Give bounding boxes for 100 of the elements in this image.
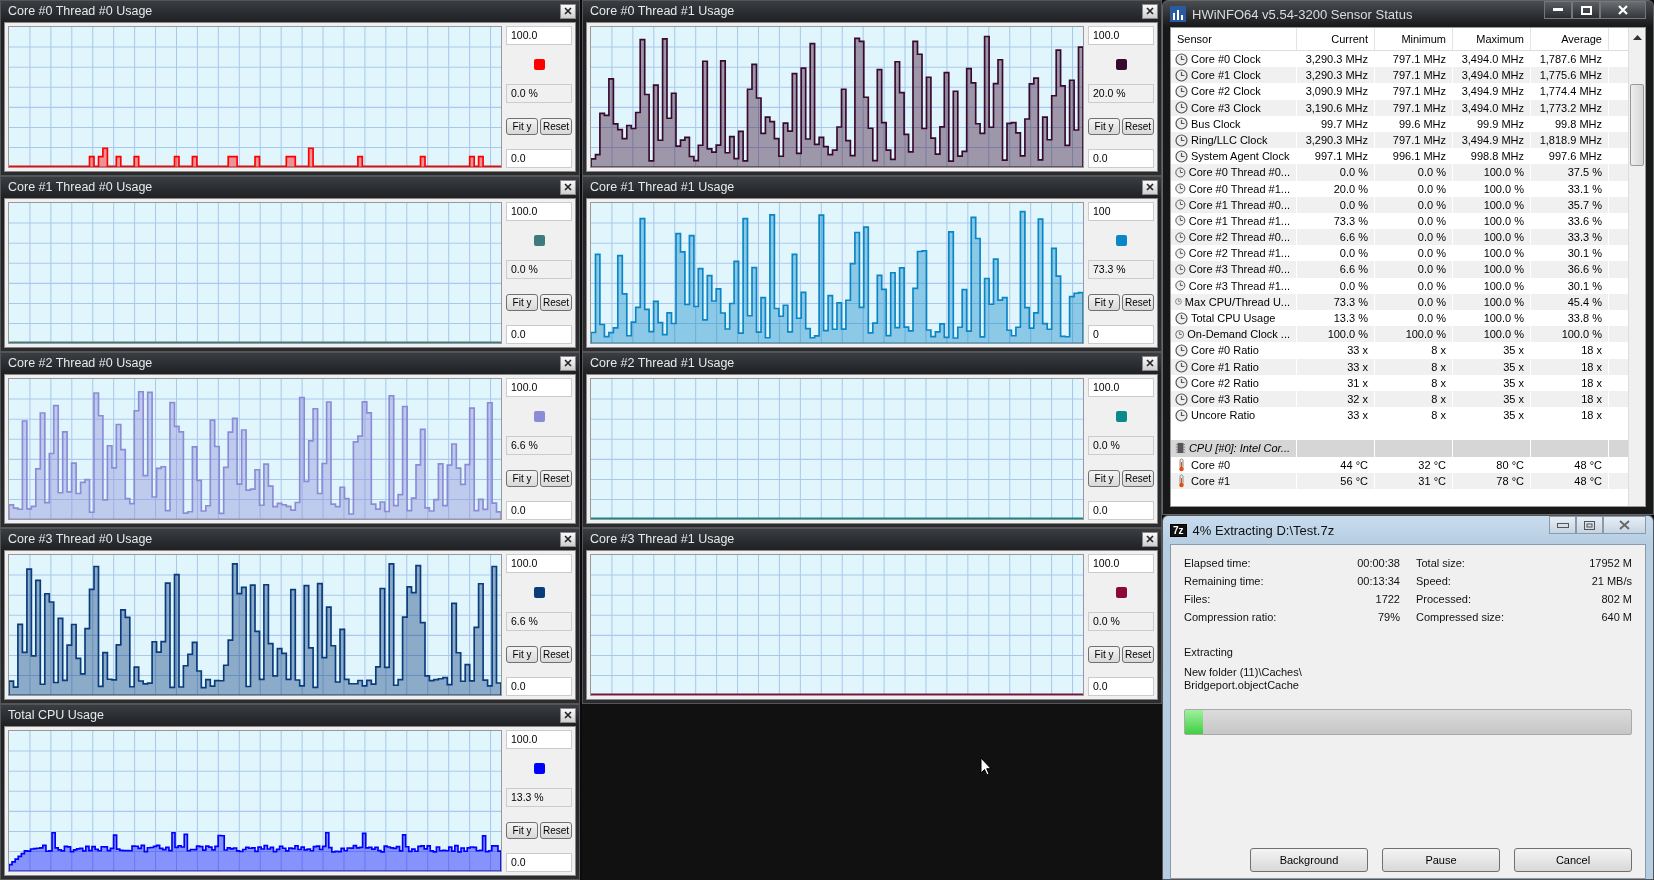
fit-y-button[interactable]: Fit y xyxy=(506,821,538,839)
table-cell: 48 °C xyxy=(1574,458,1602,471)
reset-button[interactable]: Reset xyxy=(1122,469,1154,487)
fit-y-button[interactable]: Fit y xyxy=(506,293,538,311)
reset-button[interactable]: Reset xyxy=(1122,293,1154,311)
fit-y-button[interactable]: Fit y xyxy=(1088,645,1120,663)
min-field[interactable]: 0.0 xyxy=(1088,149,1154,168)
close-button[interactable] xyxy=(560,3,576,19)
table-cell: 78 °C xyxy=(1496,474,1524,487)
reset-button[interactable]: Reset xyxy=(1122,117,1154,135)
sensor-name: Core #1 xyxy=(1191,473,1231,489)
table-cell: 32 x xyxy=(1347,392,1368,405)
reset-button[interactable]: Reset xyxy=(540,469,572,487)
clock-icon xyxy=(1175,408,1188,422)
table-cell: 997.6 MHz xyxy=(1548,150,1602,163)
stat-value: 21 MB/s xyxy=(1591,575,1632,589)
pause-button[interactable]: Pause xyxy=(1382,848,1500,872)
max-field[interactable]: 100.0 xyxy=(506,553,572,573)
sensor-name: Core #2 Ratio xyxy=(1191,375,1259,391)
close-button[interactable] xyxy=(1600,1,1646,19)
max-field[interactable]: 100.0 xyxy=(506,377,572,397)
cancel-button[interactable]: Cancel xyxy=(1514,848,1632,872)
close-icon xyxy=(564,7,572,16)
column-header[interactable]: Minimum xyxy=(1375,28,1453,50)
minimize-button[interactable] xyxy=(1549,516,1576,534)
min-field[interactable]: 0.0 xyxy=(506,853,572,872)
min-field[interactable]: 0.0 xyxy=(506,325,572,344)
table-cell: 1,773.2 MHz xyxy=(1539,101,1602,114)
fit-y-button[interactable]: Fit y xyxy=(506,469,538,487)
sensor-name: Core #1 Thread #1... xyxy=(1188,213,1290,229)
table-cell: 100.0 % xyxy=(1405,328,1446,341)
clock-icon xyxy=(1175,182,1186,196)
min-field[interactable]: 0 xyxy=(1088,325,1154,344)
close-button[interactable] xyxy=(560,531,576,547)
sensor-name: Core #0 Ratio xyxy=(1191,343,1259,359)
close-icon xyxy=(1146,535,1154,544)
stat-label: Total size: xyxy=(1416,557,1465,571)
minimize-button[interactable] xyxy=(1544,1,1572,19)
maximize-button[interactable] xyxy=(1576,516,1603,534)
close-icon xyxy=(1618,5,1628,15)
table-cell: 31 x xyxy=(1347,376,1368,389)
reset-button[interactable]: Reset xyxy=(540,293,572,311)
reset-button[interactable]: Reset xyxy=(540,821,572,839)
max-field[interactable]: 100 xyxy=(1088,201,1154,221)
reset-button[interactable]: Reset xyxy=(540,645,572,663)
sensor-name: Uncore Ratio xyxy=(1191,408,1256,424)
column-header[interactable]: Sensor xyxy=(1171,28,1297,50)
minimize-icon xyxy=(1553,8,1563,12)
table-cell: 30.1 % xyxy=(1567,279,1602,292)
window-title: HWiNFO64 v5.54-3200 Sensor Status xyxy=(1192,6,1414,22)
close-button[interactable] xyxy=(1142,3,1158,19)
max-field[interactable]: 100.0 xyxy=(506,729,572,749)
fit-y-button[interactable]: Fit y xyxy=(1088,469,1120,487)
min-field[interactable]: 0.0 xyxy=(1088,501,1154,520)
graph-title: Total CPU Usage xyxy=(8,708,104,723)
min-field[interactable]: 0.0 xyxy=(1088,677,1154,696)
scroll-up-icon[interactable] xyxy=(1632,34,1642,40)
table-cell: 0.0 % xyxy=(1417,231,1446,244)
max-field[interactable]: 100.0 xyxy=(1088,25,1154,45)
max-field[interactable]: 100.0 xyxy=(1088,553,1154,573)
background-button[interactable]: Background xyxy=(1250,848,1368,872)
fit-y-button[interactable]: Fit y xyxy=(506,117,538,135)
close-button[interactable] xyxy=(560,179,576,195)
close-button[interactable] xyxy=(560,707,576,723)
stat-value: 640 M xyxy=(1601,611,1632,625)
table-cell: 13.3 % xyxy=(1333,312,1368,324)
table-cell: 0.0 % xyxy=(1339,166,1368,179)
current-value-field: 0.0 % xyxy=(1088,612,1154,632)
column-header[interactable]: Average xyxy=(1531,28,1609,50)
maximize-button[interactable] xyxy=(1572,1,1600,19)
fit-y-button[interactable]: Fit y xyxy=(1088,293,1120,311)
table-cell: 8 x xyxy=(1431,344,1446,357)
fit-y-button[interactable]: Fit y xyxy=(1088,117,1120,135)
max-field[interactable]: 100.0 xyxy=(506,25,572,45)
table-cell: 3,190.6 MHz xyxy=(1305,101,1368,114)
close-button[interactable] xyxy=(1142,355,1158,371)
table-cell: 996.1 MHz xyxy=(1392,150,1446,163)
max-field[interactable]: 100.0 xyxy=(506,201,572,221)
table-cell: 45.4 % xyxy=(1567,295,1602,308)
clock-icon xyxy=(1175,246,1186,260)
fit-y-button[interactable]: Fit y xyxy=(506,645,538,663)
min-field[interactable]: 0.0 xyxy=(506,149,572,168)
close-button[interactable] xyxy=(1142,531,1158,547)
table-cell: 8 x xyxy=(1431,360,1446,373)
min-field[interactable]: 0.0 xyxy=(506,501,572,520)
table-cell: 100.0 % xyxy=(1483,182,1524,195)
stat-label: Elapsed time: xyxy=(1184,557,1251,571)
scrollbar-thumb[interactable] xyxy=(1630,84,1644,166)
reset-button[interactable]: Reset xyxy=(1122,645,1154,663)
max-field[interactable]: 100.0 xyxy=(1088,377,1154,397)
close-button[interactable] xyxy=(1142,179,1158,195)
min-field[interactable]: 0.0 xyxy=(506,677,572,696)
column-header[interactable]: Maximum xyxy=(1453,28,1531,50)
reset-button[interactable]: Reset xyxy=(540,117,572,135)
graph-title: Core #0 Thread #1 Usage xyxy=(590,4,735,19)
column-header[interactable]: Current xyxy=(1297,28,1375,50)
table-cell: 100.0 % xyxy=(1561,328,1602,341)
table-cell: 80 °C xyxy=(1496,458,1524,471)
close-button[interactable] xyxy=(560,355,576,371)
stat-label: Remaining time: xyxy=(1184,575,1264,589)
